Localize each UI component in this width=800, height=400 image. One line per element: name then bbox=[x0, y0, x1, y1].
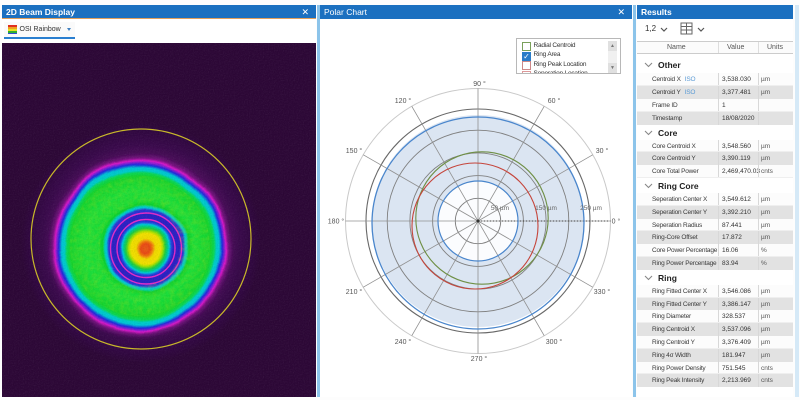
svg-text:50 µm: 50 µm bbox=[491, 205, 509, 212]
svg-text:300 °: 300 ° bbox=[546, 338, 563, 346]
svg-text:90 °: 90 ° bbox=[473, 80, 486, 88]
svg-text:240 °: 240 ° bbox=[395, 338, 412, 346]
svg-text:60 °: 60 ° bbox=[548, 97, 561, 105]
svg-text:250 µm: 250 µm bbox=[580, 205, 602, 212]
svg-text:150 °: 150 ° bbox=[346, 147, 363, 155]
svg-text:210 °: 210 ° bbox=[346, 288, 363, 296]
svg-text:180 °: 180 ° bbox=[328, 218, 345, 226]
svg-text:270 °: 270 ° bbox=[471, 355, 488, 363]
svg-text:0 °: 0 ° bbox=[612, 218, 621, 226]
svg-text:330 °: 330 ° bbox=[594, 288, 611, 296]
svg-text:120 °: 120 ° bbox=[395, 97, 412, 105]
svg-text:150 µm: 150 µm bbox=[535, 205, 557, 212]
svg-text:30 °: 30 ° bbox=[596, 147, 609, 155]
